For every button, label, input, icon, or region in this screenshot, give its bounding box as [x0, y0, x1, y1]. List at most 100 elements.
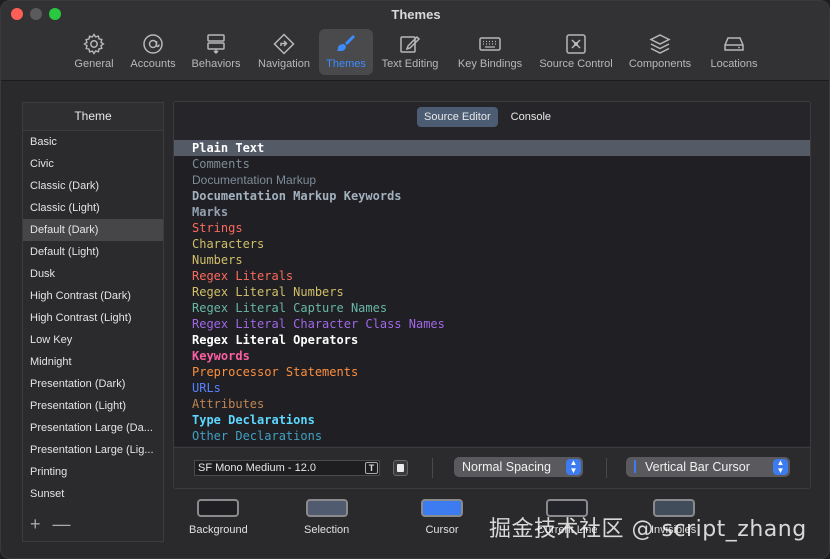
tab-locations[interactable]: Locations	[703, 29, 765, 75]
add-theme-button[interactable]: +	[30, 514, 41, 535]
theme-item[interactable]: Classic (Dark)	[23, 175, 163, 197]
color-well-label: Selection	[304, 524, 350, 536]
theme-item[interactable]: Sunset	[23, 483, 163, 505]
theme-item[interactable]: Midnight	[23, 351, 163, 373]
tab-source-control-label: Source Control	[539, 58, 613, 70]
theme-item[interactable]: Presentation Large (Da...	[23, 417, 163, 439]
theme-item[interactable]: Printing	[23, 461, 163, 483]
chevron-updown-icon: ▲ ▼	[773, 459, 788, 475]
editor-segmented-control: Source Editor Console	[417, 107, 558, 127]
keyboard-icon	[479, 37, 501, 51]
theme-item[interactable]: Classic (Light)	[23, 197, 163, 219]
tab-themes[interactable]: Themes	[319, 29, 373, 75]
color-well-label: Cursor	[425, 524, 459, 536]
tab-components[interactable]: Components	[625, 29, 695, 75]
theme-editor-panel: Source Editor Console Plain Text Comments…	[173, 101, 811, 489]
tab-accounts-label: Accounts	[130, 58, 176, 70]
syntax-item[interactable]: Marks	[174, 204, 810, 220]
console-tab[interactable]: Console	[504, 107, 558, 127]
tab-text-editing[interactable]: Text Editing	[377, 29, 443, 75]
theme-items: Basic Civic Classic (Dark) Classic (Light) D…	[23, 131, 163, 505]
theme-item[interactable]: Default (Dark)	[23, 219, 163, 241]
theme-item[interactable]: Civic	[23, 153, 163, 175]
color-well[interactable]: Selection	[304, 499, 349, 536]
font-field[interactable]: SF Mono Medium - 12.0 T	[194, 460, 380, 476]
font-picker-button[interactable]: T	[365, 462, 378, 474]
source-control-icon	[566, 34, 586, 54]
tab-components-label: Components	[628, 58, 692, 70]
navigation-icon	[273, 33, 295, 55]
theme-item[interactable]: Presentation Large (Lig...	[23, 439, 163, 461]
syntax-item[interactable]: Numbers	[174, 252, 810, 268]
pencil-icon	[400, 35, 421, 53]
syntax-item[interactable]: Regex Literal Character Class Names	[174, 316, 810, 332]
tab-accounts[interactable]: Accounts	[125, 29, 181, 75]
tab-general-label: General	[74, 58, 114, 70]
remove-theme-button[interactable]: —	[53, 514, 71, 535]
source-editor-tab[interactable]: Source Editor	[417, 107, 498, 127]
divider	[432, 458, 433, 478]
tab-locations-label: Locations	[710, 58, 758, 70]
syntax-item[interactable]: Documentation Markup	[174, 172, 810, 188]
theme-item[interactable]: Low Key	[23, 329, 163, 351]
tab-navigation-label: Navigation	[258, 58, 310, 70]
theme-list-header: Theme	[23, 103, 163, 131]
spacing-value: Normal Spacing	[462, 460, 551, 474]
tab-source-control[interactable]: Source Control	[533, 29, 619, 75]
vertical-bar-cursor-icon	[634, 460, 636, 473]
theme-item[interactable]: Presentation (Dark)	[23, 373, 163, 395]
stack-icon	[649, 34, 671, 54]
preferences-window: Themes General Accounts Behaviors Naviga…	[0, 0, 830, 559]
syntax-item[interactable]: URLs	[174, 380, 810, 396]
theme-item[interactable]: Basic	[23, 131, 163, 153]
syntax-item[interactable]: Keywords	[174, 348, 810, 364]
cursor-popup[interactable]: Vertical Bar Cursor ▲ ▼	[626, 457, 790, 477]
cursor-value: Vertical Bar Cursor	[645, 460, 750, 474]
chevron-updown-icon: ▲ ▼	[566, 459, 581, 475]
color-swatch[interactable]	[421, 499, 463, 517]
divider	[606, 458, 607, 478]
syntax-item[interactable]: Comments	[174, 156, 810, 172]
gear-icon	[83, 33, 105, 55]
syntax-item[interactable]: Attributes	[174, 396, 810, 412]
list-controls: + —	[30, 514, 71, 535]
color-swatch[interactable]	[305, 499, 348, 517]
syntax-item[interactable]: Regex Literal Operators	[174, 332, 810, 348]
editor-bottom-bar: SF Mono Medium - 12.0 T Normal Spacing ▲…	[174, 447, 810, 488]
syntax-item[interactable]: Strings	[174, 220, 810, 236]
color-well[interactable]: Cursor	[421, 499, 463, 536]
theme-item[interactable]: Presentation (Light)	[23, 395, 163, 417]
syntax-item[interactable]: Other Declarations	[174, 428, 810, 444]
font-value: SF Mono Medium - 12.0	[198, 462, 316, 474]
tab-themes-label: Themes	[326, 58, 366, 70]
tab-text-editing-label: Text Editing	[381, 58, 439, 70]
tab-key-bindings[interactable]: Key Bindings	[451, 29, 529, 75]
syntax-item[interactable]: Regex Literals	[174, 268, 810, 284]
syntax-item[interactable]: Characters	[174, 236, 810, 252]
syntax-item[interactable]: Regex Literal Numbers	[174, 284, 810, 300]
tab-behaviors[interactable]: Behaviors	[187, 29, 245, 75]
theme-item[interactable]: High Contrast (Dark)	[23, 285, 163, 307]
syntax-item[interactable]: Type Declarations	[174, 412, 810, 428]
tab-general[interactable]: General	[63, 29, 125, 75]
tab-navigation[interactable]: Navigation	[253, 29, 315, 75]
syntax-item[interactable]: Project Class Names	[174, 444, 810, 446]
color-swatch[interactable]	[197, 499, 240, 517]
color-well[interactable]: Background	[189, 499, 248, 536]
syntax-item[interactable]: Plain Text	[174, 140, 810, 156]
drive-icon	[724, 37, 744, 51]
text-color-well[interactable]	[393, 460, 408, 476]
syntax-preview-list: Plain Text Comments Documentation Markup Do…	[174, 140, 810, 446]
brush-icon	[337, 35, 355, 51]
theme-item[interactable]: High Contrast (Light)	[23, 307, 163, 329]
color-well-label: Background	[189, 524, 248, 536]
watermark: 掘金技术社区 @ script_zhang	[489, 517, 807, 542]
theme-item[interactable]: Default (Light)	[23, 241, 163, 263]
theme-item[interactable]: Dusk	[23, 263, 163, 285]
syntax-item[interactable]: Regex Literal Capture Names	[174, 300, 810, 316]
at-icon	[143, 34, 163, 54]
syntax-item[interactable]: Preprocessor Statements	[174, 364, 810, 380]
tab-key-bindings-label: Key Bindings	[457, 58, 523, 70]
spacing-popup[interactable]: Normal Spacing ▲ ▼	[454, 457, 583, 477]
syntax-item[interactable]: Documentation Markup Keywords	[174, 188, 810, 204]
